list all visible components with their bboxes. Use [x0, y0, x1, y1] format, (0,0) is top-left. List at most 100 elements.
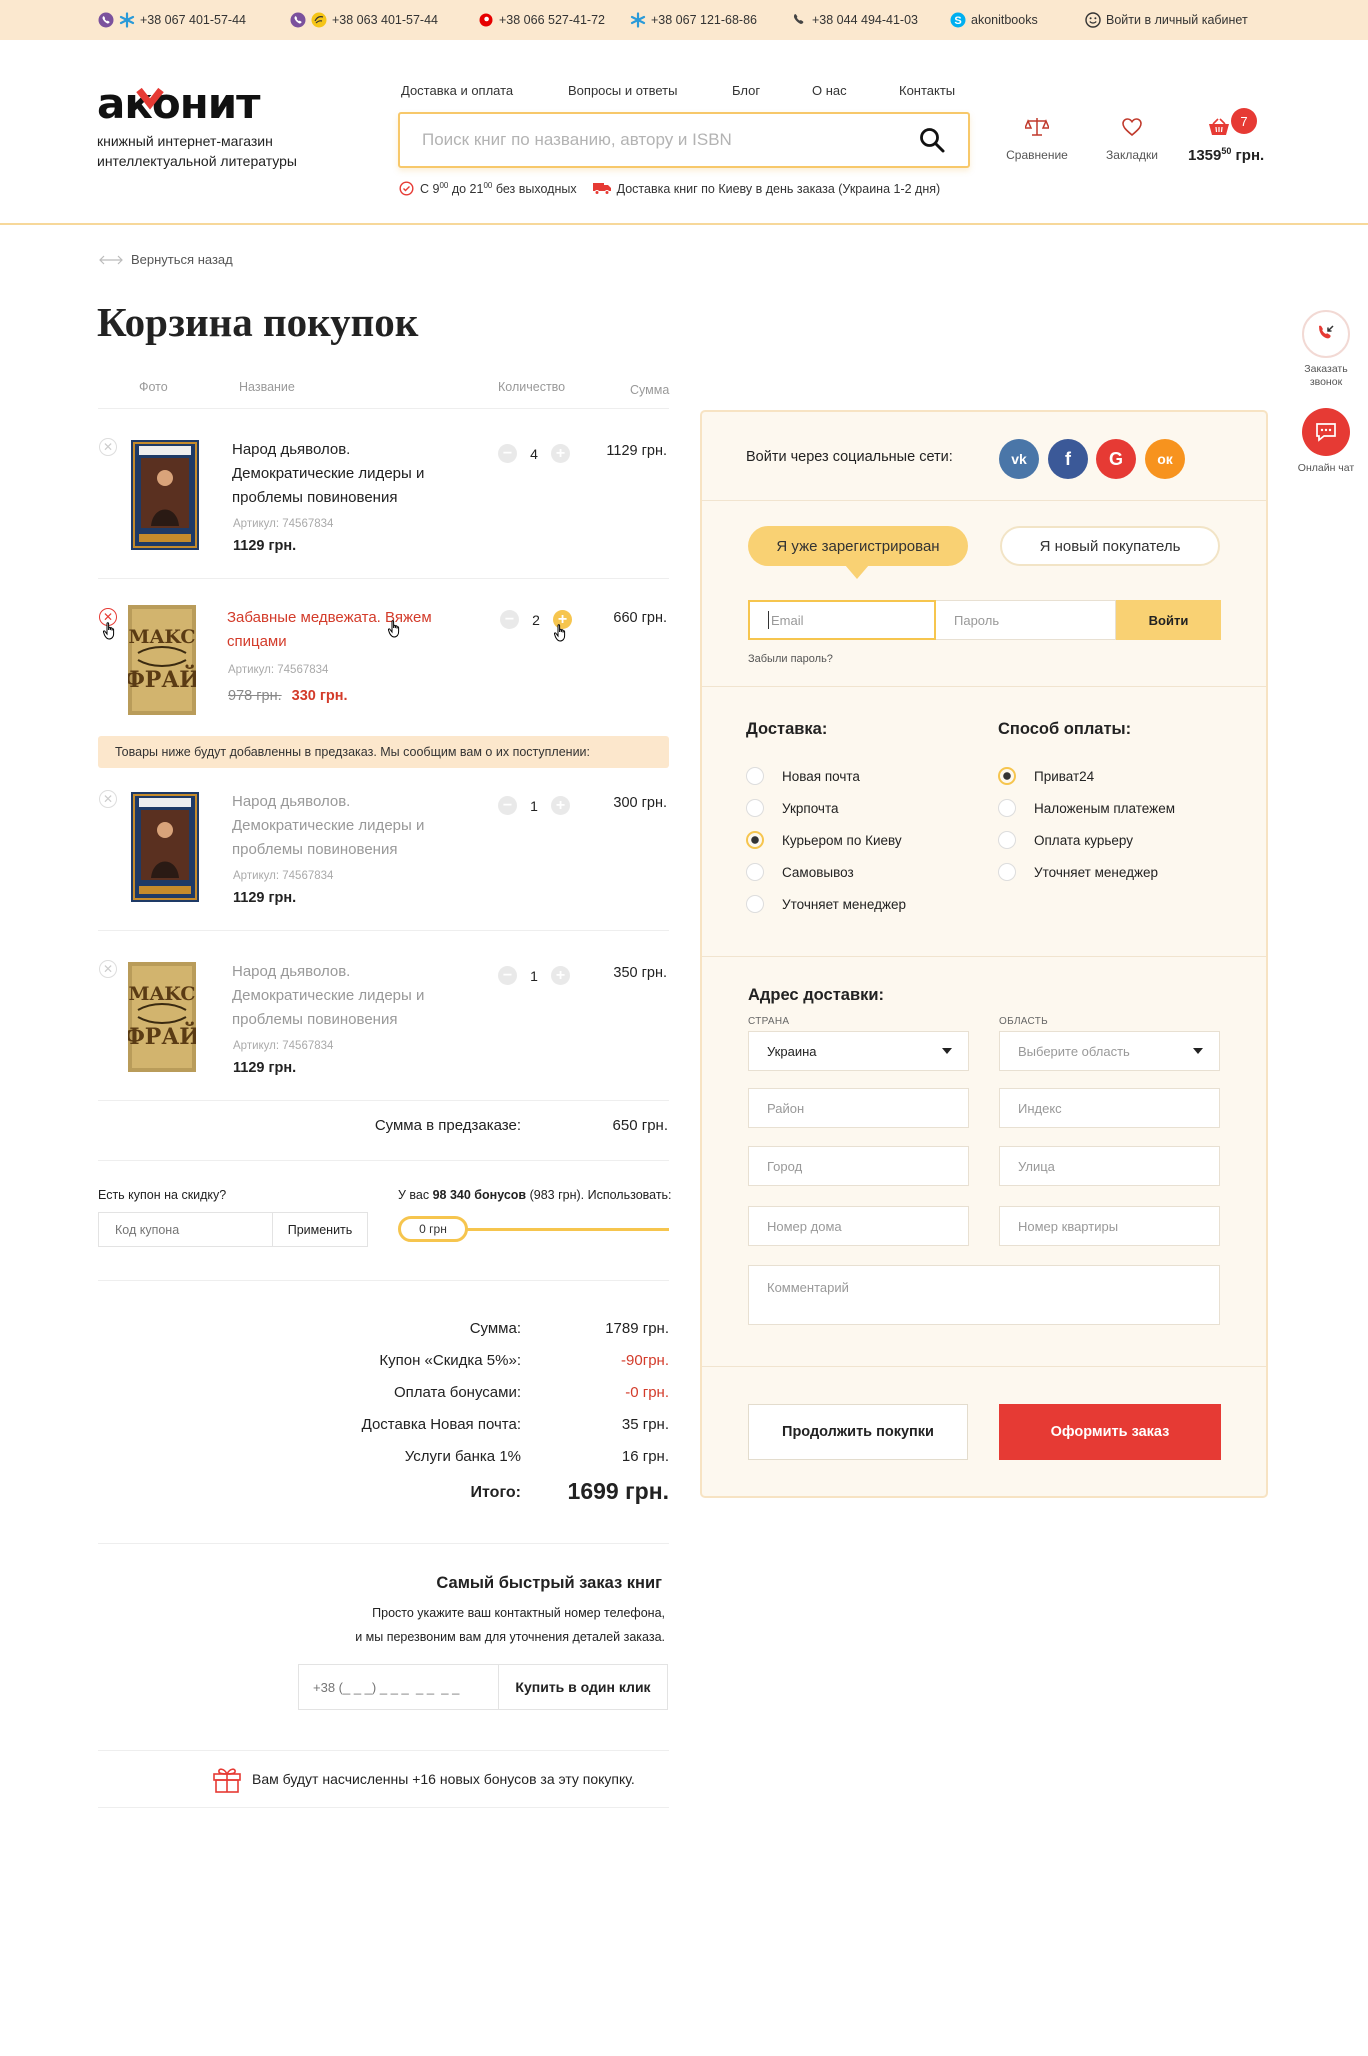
tab-new-customer[interactable]: Я новый покупатель	[1000, 526, 1220, 566]
phone-contact-5[interactable]: +38 044 494-41-03	[791, 10, 918, 30]
skype-contact[interactable]: S akonitbooks	[950, 10, 1038, 30]
payment-option[interactable]: Уточняет менеджер	[998, 856, 1175, 888]
zip-field[interactable]: Индекс	[999, 1088, 1220, 1128]
radio-button[interactable]	[746, 767, 764, 785]
vk-login-button[interactable]: vk	[999, 439, 1039, 479]
book-cover-max-frei: MAKC ФРАЙ	[128, 605, 196, 715]
nav-delivery-link[interactable]: Доставка и оплата	[401, 83, 513, 98]
quantity-value[interactable]: 1	[524, 968, 544, 984]
radio-button[interactable]	[998, 799, 1016, 817]
nav-delivery[interactable]: Доставка и оплата	[401, 83, 513, 98]
skype-icon: S	[950, 12, 966, 28]
continue-shopping-button[interactable]: Продолжить покупки	[748, 1404, 968, 1460]
nav-blog-link[interactable]: Блог	[732, 83, 760, 98]
remove-item-button[interactable]: ✕	[99, 438, 117, 456]
item-title[interactable]: Забавные медвежата. Вяжем спицами	[227, 606, 467, 654]
search-input[interactable]	[398, 112, 970, 168]
decrease-button[interactable]: −	[498, 796, 517, 815]
nav-contacts-link[interactable]: Контакты	[899, 83, 955, 98]
nav-about-link[interactable]: О нас	[812, 83, 847, 98]
coupon-input[interactable]	[99, 1213, 272, 1246]
bonus-slider-handle[interactable]: 0 грн	[398, 1216, 468, 1242]
checkout-button[interactable]: Оформить заказ	[999, 1404, 1221, 1460]
cart-button[interactable]: 7 135950 грн.	[1188, 108, 1268, 168]
totals-label: Сумма:	[469, 1320, 521, 1337]
tab-registered[interactable]: Я уже зарегистрирован	[748, 526, 968, 566]
quantity-value[interactable]: 1	[524, 798, 544, 814]
phone-contact-4[interactable]: +38 067 121-68-86	[630, 10, 757, 30]
delivery-option[interactable]: Самовывоз	[746, 856, 906, 888]
nav-about[interactable]: О нас	[812, 83, 847, 98]
nav-faq[interactable]: Вопросы и ответы	[568, 83, 677, 98]
nav-contacts[interactable]: Контакты	[899, 83, 955, 98]
apply-coupon-button[interactable]: Применить	[272, 1213, 367, 1246]
item-title[interactable]: Народ дьяволов. Демократические лидеры и…	[232, 960, 472, 1032]
password-field[interactable]: Пароль	[936, 600, 1116, 640]
nav-blog[interactable]: Блог	[732, 83, 760, 98]
radio-button[interactable]	[746, 831, 764, 849]
item-title[interactable]: Народ дьяволов. Демократические лидеры и…	[232, 790, 472, 862]
callback-button[interactable]	[1302, 310, 1350, 358]
odnoklassniki-login-button[interactable]: ок	[1145, 439, 1185, 479]
totals-list: Сумма: 1789 грн. Купон «Скидка 5%»: -90грн…	[260, 1320, 669, 1480]
radio-button[interactable]	[746, 895, 764, 913]
apartment-field[interactable]: Номер квартиры	[999, 1206, 1220, 1246]
phone-input[interactable]	[299, 1665, 498, 1709]
svg-text:аконит: аконит	[97, 82, 261, 122]
phone-contact-3[interactable]: +38 066 527-41-72	[478, 10, 605, 30]
delivery-option[interactable]: Укрпочта	[746, 792, 906, 824]
facebook-login-button[interactable]: f	[1048, 439, 1088, 479]
radio-button[interactable]	[998, 831, 1016, 849]
one-click-buy-button[interactable]: Купить в один клик	[498, 1665, 667, 1709]
item-title[interactable]: Народ дьяволов. Демократические лидеры и…	[232, 438, 472, 510]
district-field[interactable]: Район	[748, 1088, 969, 1128]
decrease-button[interactable]: −	[498, 444, 517, 463]
nav-faq-link[interactable]: Вопросы и ответы	[568, 83, 677, 98]
country-select[interactable]: Украина	[748, 1031, 969, 1071]
bookmarks-button[interactable]: Закладки	[1098, 116, 1166, 162]
logo[interactable]: аконит	[97, 82, 312, 122]
radio-button[interactable]	[746, 799, 764, 817]
payment-option[interactable]: Оплата курьеру	[998, 824, 1175, 856]
coupon-label: Есть купон на скидку?	[98, 1188, 227, 1202]
payment-option[interactable]: Наложеным платежем	[998, 792, 1175, 824]
google-login-button[interactable]: G	[1096, 439, 1136, 479]
search-icon[interactable]	[918, 126, 946, 154]
delivery-option[interactable]: Курьером по Киеву	[746, 824, 906, 856]
phone-contact-1[interactable]: +38 067 401-57-44	[98, 10, 246, 30]
totals-label: Доставка Новая почта:	[361, 1416, 521, 1433]
radio-button[interactable]	[998, 863, 1016, 881]
remove-item-button[interactable]: ✕	[99, 790, 117, 808]
bookmarks-label: Закладки	[1106, 148, 1158, 162]
decrease-button[interactable]: −	[498, 966, 517, 985]
quantity-value[interactable]: 4	[524, 446, 544, 462]
region-select[interactable]: Выберите область	[999, 1031, 1220, 1071]
column-name: Название	[239, 380, 295, 394]
delivery-option[interactable]: Новая почта	[746, 760, 906, 792]
house-field[interactable]: Номер дома	[748, 1206, 969, 1246]
decrease-button[interactable]: −	[500, 610, 519, 629]
delivery-option[interactable]: Уточняет менеджер	[746, 888, 906, 920]
payment-option[interactable]: Приват24	[998, 760, 1175, 792]
column-qty: Количество	[498, 380, 566, 394]
login-button[interactable]: Войти	[1116, 600, 1221, 640]
quantity-value[interactable]: 2	[526, 612, 546, 628]
chevron-down-icon	[1193, 1048, 1203, 1054]
bonus-slider-track[interactable]	[460, 1228, 669, 1231]
forgot-password-link[interactable]: Забыли пароль?	[748, 653, 833, 665]
email-field[interactable]: Email	[748, 600, 936, 640]
account-link[interactable]: Войти в личный кабинет	[1085, 10, 1248, 30]
totals-value: 1789 грн.	[605, 1320, 669, 1337]
phone-contact-2[interactable]: +38 063 401-57-44	[290, 10, 438, 30]
hand-cursor-icon	[103, 622, 115, 640]
chat-button[interactable]	[1302, 408, 1350, 456]
compare-button[interactable]: Сравнение	[1003, 116, 1071, 162]
radio-button[interactable]	[746, 863, 764, 881]
viber-icon	[290, 12, 306, 28]
comment-field[interactable]: Комментарий	[748, 1265, 1220, 1325]
street-field[interactable]: Улица	[999, 1146, 1220, 1186]
remove-item-button[interactable]: ✕	[99, 960, 117, 978]
back-link[interactable]: Вернуться назад	[99, 252, 233, 267]
city-field[interactable]: Город	[748, 1146, 969, 1186]
radio-button[interactable]	[998, 767, 1016, 785]
